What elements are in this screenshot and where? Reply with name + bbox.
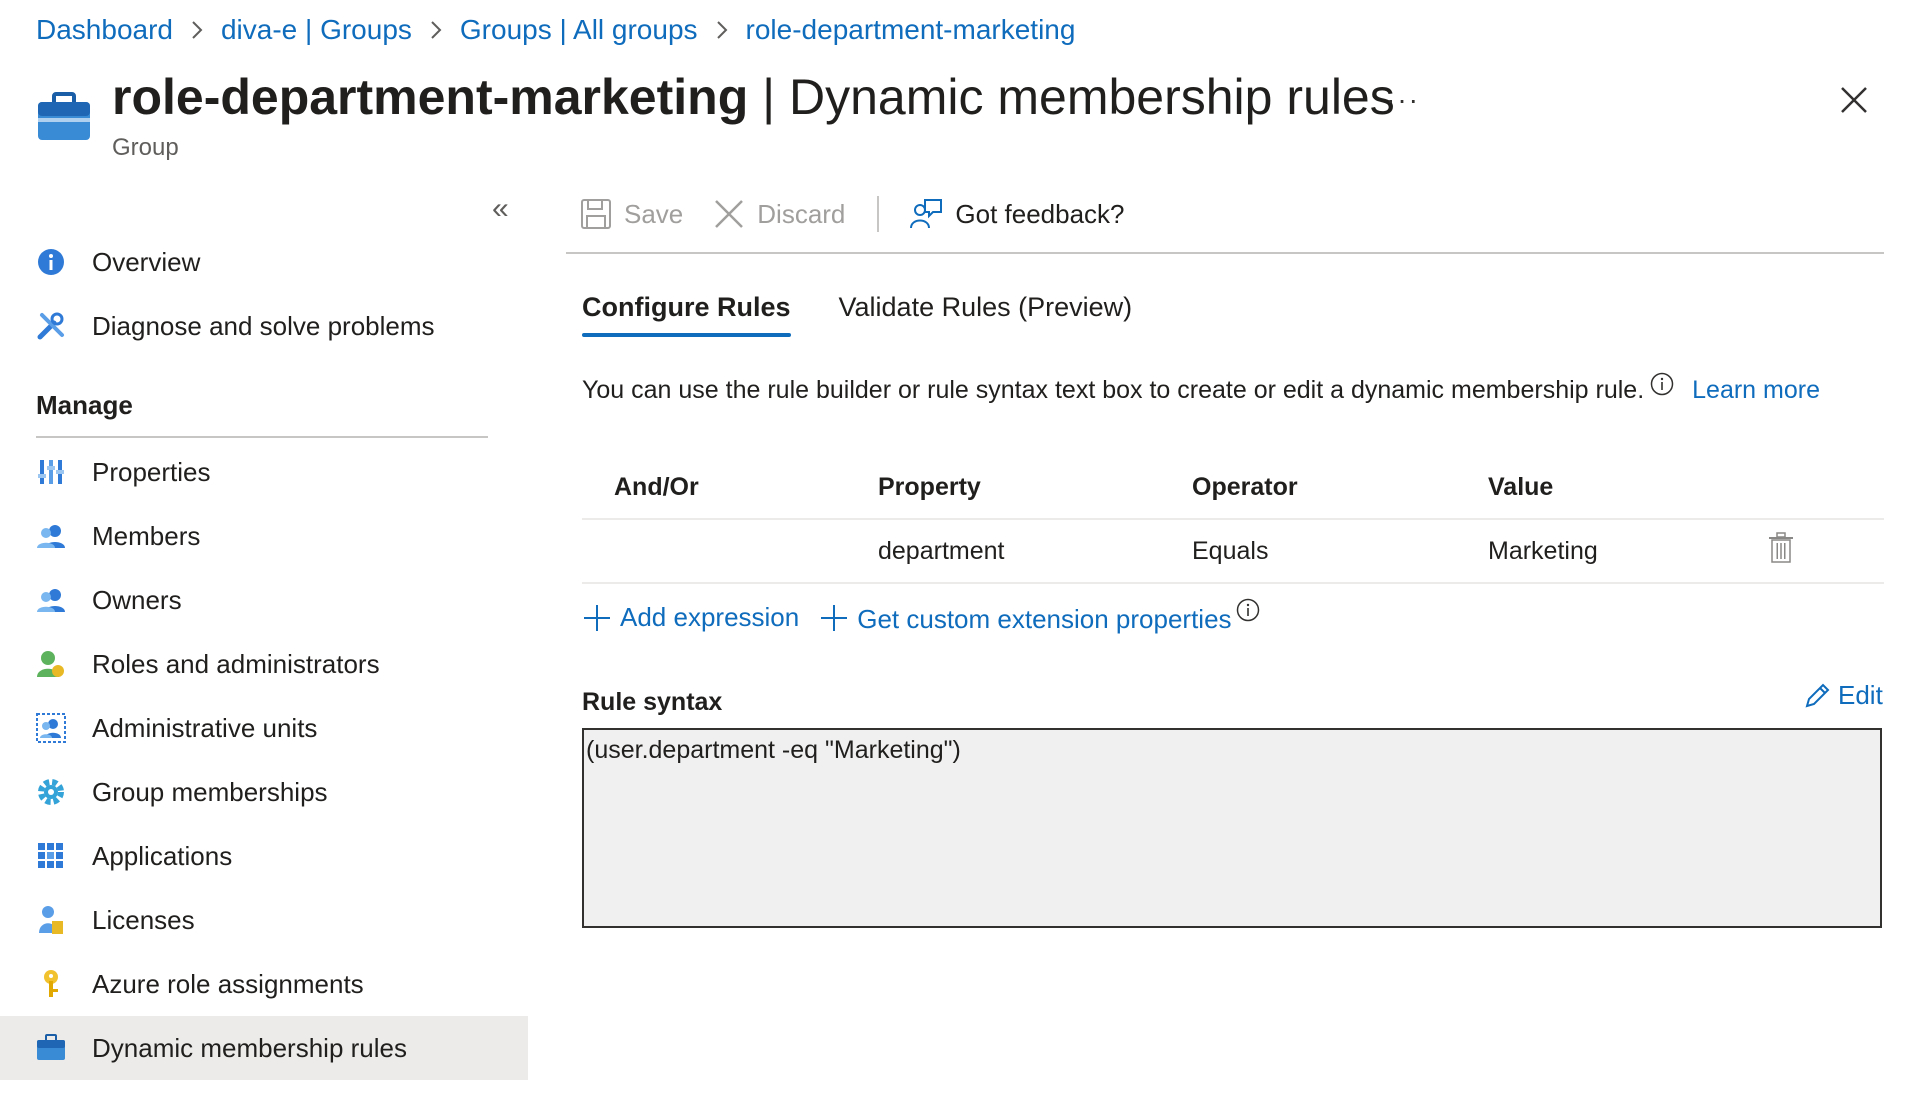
rules-table: And/Or Property Operator Value departmen…	[582, 456, 1884, 584]
custom-extension-button[interactable]: Get custom extension properties	[819, 598, 1268, 635]
rule-syntax-textbox[interactable]: (user.department -eq "Marketing")	[582, 728, 1882, 928]
key-icon	[36, 969, 66, 999]
pencil-icon	[1805, 683, 1830, 707]
description-text: You can use the rule builder or rule syn…	[582, 376, 1645, 404]
save-label: Save	[624, 198, 684, 229]
sidebar-section-manage: Manage	[36, 390, 133, 420]
feedback-label: Got feedback?	[955, 198, 1125, 229]
breadcrumb: Dashboard diva-e | Groups Groups | All g…	[36, 14, 1075, 46]
info-icon[interactable]	[1650, 372, 1674, 403]
briefcase-icon	[36, 1033, 66, 1063]
admin-units-icon	[36, 713, 66, 743]
toolbar-divider-line	[566, 252, 1884, 254]
learn-more-link[interactable]: Learn more	[1692, 376, 1820, 405]
sidebar-item-diagnose[interactable]: Diagnose and solve problems	[0, 294, 528, 358]
chevron-right-icon	[430, 20, 442, 40]
page-title-section: | Dynamic membership rules	[748, 69, 1395, 125]
briefcase-icon	[36, 92, 92, 142]
save-button[interactable]: Save	[580, 198, 683, 230]
more-options-button[interactable]: ···	[1386, 84, 1420, 116]
edit-label: Edit	[1838, 680, 1883, 710]
sidebar-item-dynamic-membership-rules[interactable]: Dynamic membership rules	[0, 1016, 528, 1080]
edit-rule-syntax-button[interactable]: Edit	[1804, 680, 1883, 711]
chevron-right-icon	[191, 20, 203, 40]
discard-label: Discard	[757, 198, 846, 229]
sidebar-manage-list: Properties Members Owners Roles and admi…	[0, 440, 528, 1080]
breadcrumb-current-group[interactable]: role-department-marketing	[746, 14, 1076, 46]
sidebar-item-licenses[interactable]: Licenses	[0, 888, 528, 952]
wrench-icon	[36, 311, 66, 341]
sidebar-item-admin-units[interactable]: Administrative units	[0, 696, 528, 760]
sidebar-item-label: Group memberships	[92, 776, 328, 807]
members-icon	[36, 521, 66, 551]
roles-icon	[36, 649, 66, 679]
add-expression-label: Add expression	[620, 602, 800, 632]
cell-operator[interactable]: Equals	[1192, 537, 1488, 566]
rules-tabs: Configure Rules Validate Rules (Preview)	[582, 292, 1180, 337]
rules-description: You can use the rule builder or rule syn…	[582, 372, 1820, 405]
add-expression-button[interactable]: Add expression	[582, 602, 799, 633]
sidebar-divider	[36, 436, 488, 438]
save-icon	[581, 199, 611, 229]
chevron-right-icon	[716, 20, 728, 40]
column-header-operator: Operator	[1192, 472, 1298, 501]
cell-value[interactable]: Marketing	[1488, 537, 1768, 566]
breadcrumb-all-groups[interactable]: Groups | All groups	[460, 14, 698, 46]
plus-icon	[584, 604, 610, 631]
sidebar-item-label: Licenses	[92, 904, 195, 935]
sidebar-item-label: Owners	[92, 584, 182, 615]
sidebar-item-label: Diagnose and solve problems	[92, 310, 435, 341]
owners-icon	[36, 585, 66, 615]
table-header: And/Or Property Operator Value	[582, 456, 1884, 520]
discard-icon	[715, 200, 744, 228]
column-header-value: Value	[1488, 472, 1554, 501]
sidebar-item-label: Members	[92, 520, 201, 551]
applications-grid-icon	[36, 841, 66, 871]
properties-icon	[36, 457, 66, 487]
gear-icon	[36, 777, 66, 807]
delete-icon[interactable]	[1768, 531, 1794, 571]
feedback-button[interactable]: Got feedback?	[909, 198, 1125, 230]
sidebar-item-label: Overview	[92, 246, 201, 277]
sidebar-item-azure-role-assignments[interactable]: Azure role assignments	[0, 952, 528, 1016]
sidebar-item-applications[interactable]: Applications	[0, 824, 528, 888]
sidebar-item-roles[interactable]: Roles and administrators	[0, 632, 528, 696]
breadcrumb-groups[interactable]: diva-e | Groups	[221, 14, 412, 46]
page-title: role-department-marketing | Dynamic memb…	[112, 68, 1395, 126]
column-header-and-or: And/Or	[614, 472, 699, 501]
page-title-group-name: role-department-marketing	[112, 69, 749, 125]
custom-extension-label: Get custom extension properties	[857, 604, 1232, 634]
expression-actions: Add expression Get custom extension prop…	[582, 598, 1288, 635]
rule-syntax-label: Rule syntax	[582, 688, 723, 716]
sidebar-item-label: Applications	[92, 840, 233, 871]
sidebar-item-group-memberships[interactable]: Group memberships	[0, 760, 528, 824]
sidebar-item-label: Azure role assignments	[92, 968, 364, 999]
info-icon[interactable]	[1236, 598, 1268, 629]
sidebar-item-properties[interactable]: Properties	[0, 440, 528, 504]
tab-configure-rules[interactable]: Configure Rules	[582, 292, 791, 337]
sidebar-item-overview[interactable]: Overview	[0, 230, 528, 294]
plus-icon	[821, 604, 848, 631]
sidebar-top: Overview Diagnose and solve problems	[0, 230, 528, 358]
sidebar-item-label: Dynamic membership rules	[92, 1032, 407, 1063]
toolbar-divider	[877, 196, 880, 232]
discard-button[interactable]: Discard	[713, 198, 845, 230]
close-icon[interactable]	[1838, 84, 1870, 116]
tab-validate-rules[interactable]: Validate Rules (Preview)	[839, 292, 1133, 337]
info-icon	[36, 247, 66, 277]
licenses-icon	[36, 905, 66, 935]
sidebar-item-label: Properties	[92, 456, 211, 487]
page-subtitle: Group	[112, 134, 179, 161]
sidebar-item-label: Roles and administrators	[92, 648, 380, 679]
breadcrumb-dashboard[interactable]: Dashboard	[36, 14, 173, 46]
sidebar-item-owners[interactable]: Owners	[0, 568, 528, 632]
sidebar-item-label: Administrative units	[92, 712, 318, 743]
collapse-sidebar-button[interactable]: «	[492, 192, 509, 226]
sidebar-item-members[interactable]: Members	[0, 504, 528, 568]
command-bar: Save Discard Got feedback?	[580, 196, 1155, 232]
table-row[interactable]: department Equals Marketing	[582, 520, 1884, 584]
cell-property[interactable]: department	[878, 537, 1192, 566]
feedback-icon	[910, 199, 943, 229]
column-header-property: Property	[878, 472, 981, 501]
